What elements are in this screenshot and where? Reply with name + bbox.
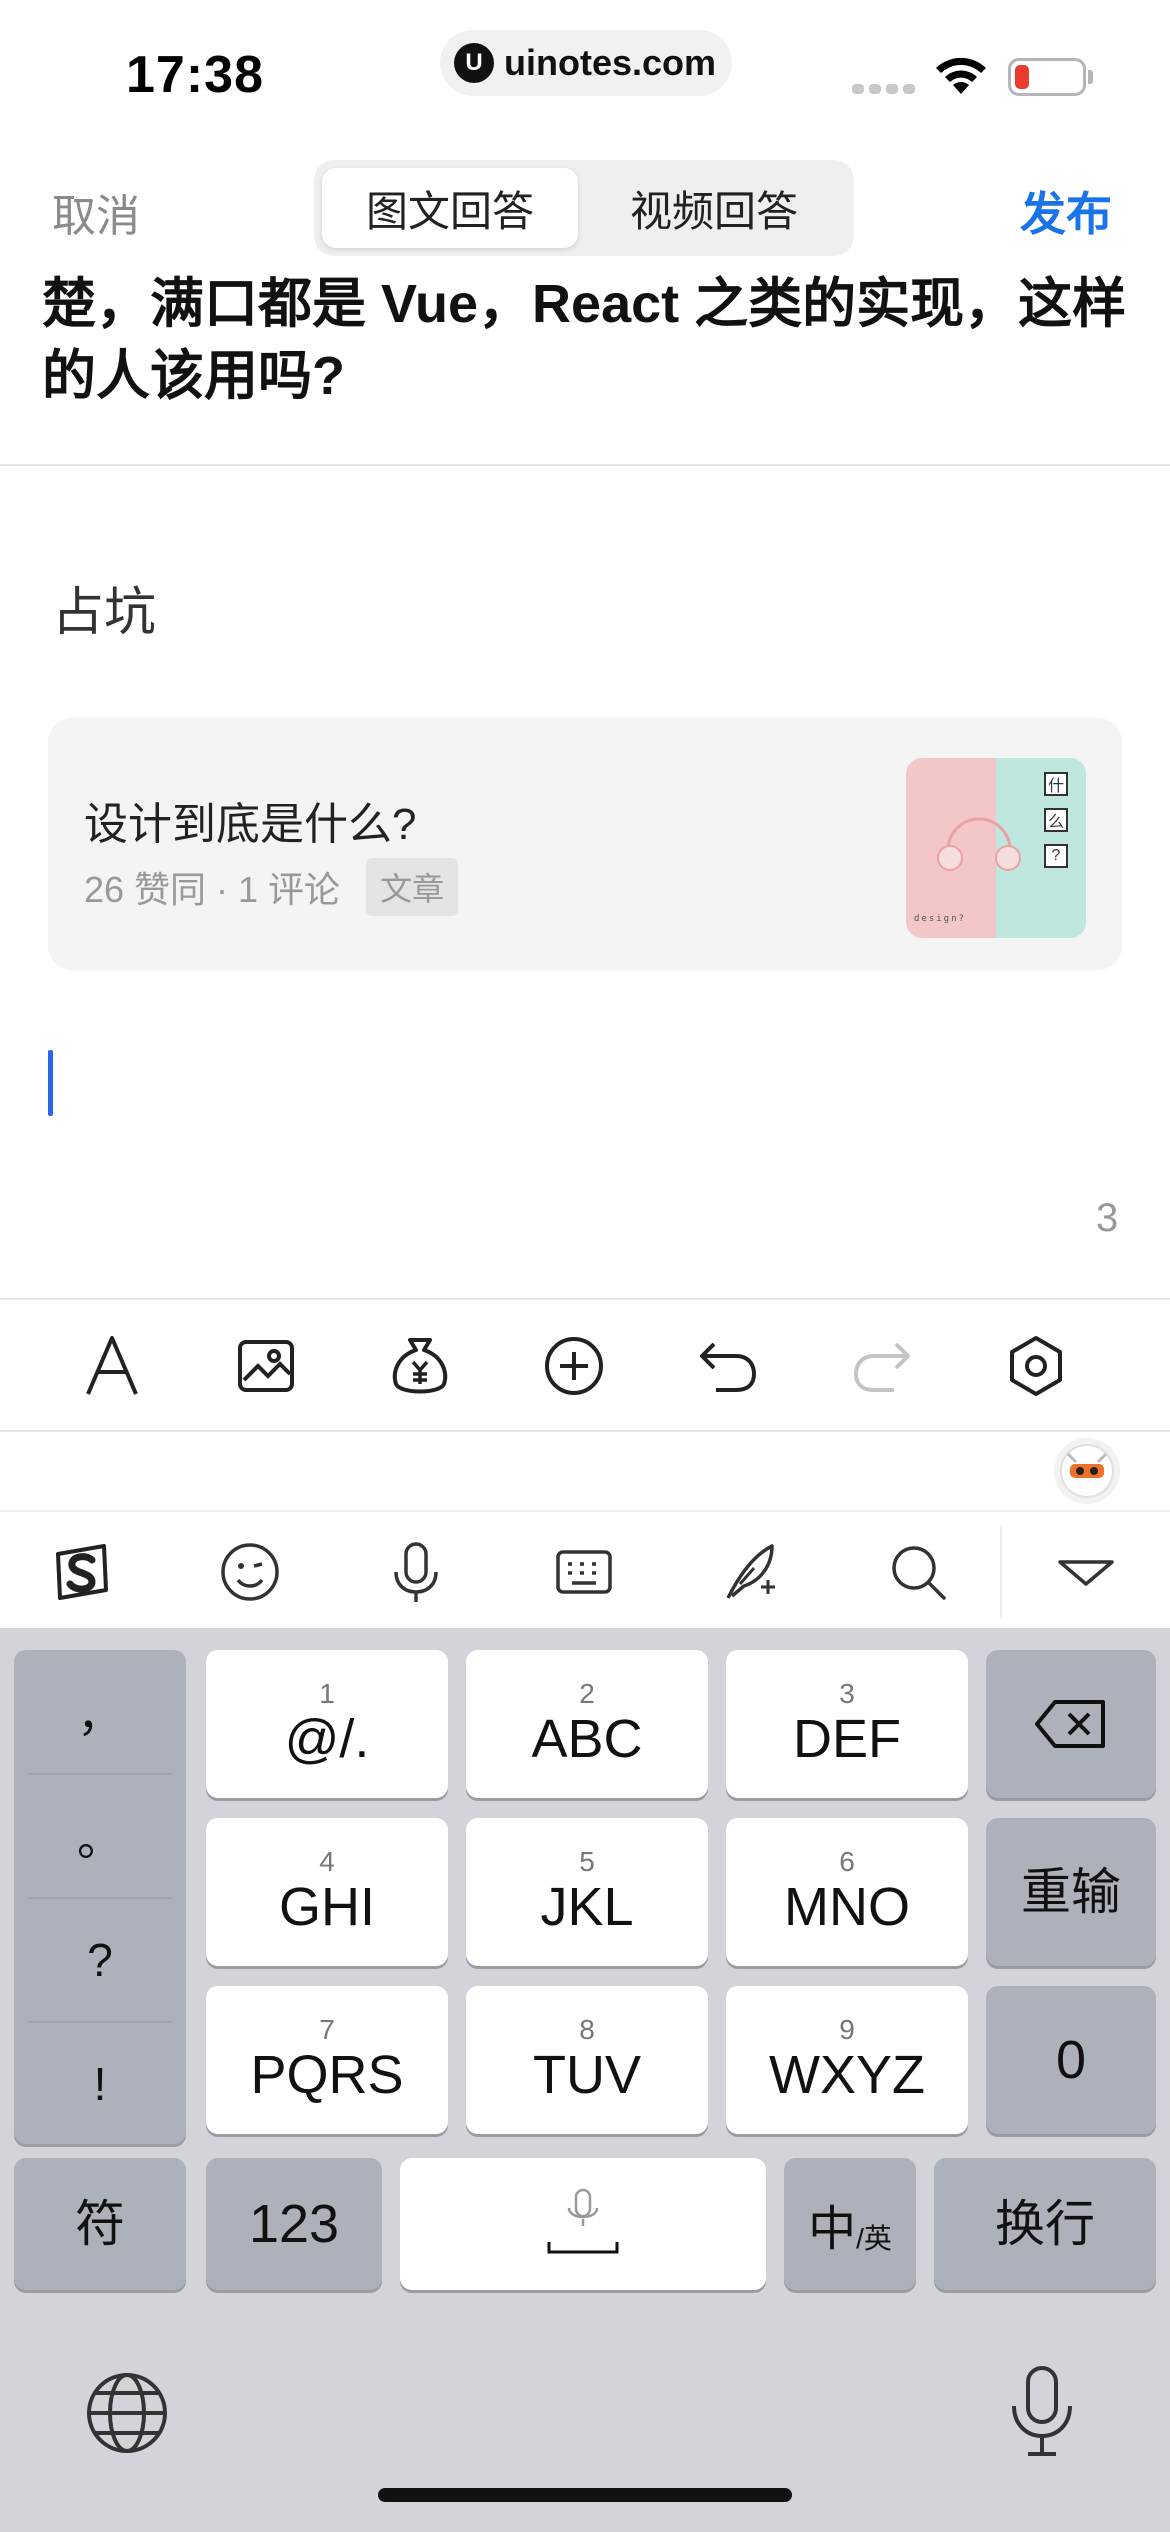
- key-4[interactable]: 4 GHI: [206, 1818, 448, 1966]
- delete-button[interactable]: [986, 1650, 1156, 1798]
- emoji-icon[interactable]: [208, 1530, 292, 1614]
- key-8[interactable]: 8 TUV: [466, 1986, 708, 2134]
- thumb-char-1: 什: [1044, 772, 1068, 796]
- settings-hexagon-icon[interactable]: [998, 1328, 1074, 1404]
- space-key[interactable]: [400, 2158, 766, 2290]
- card-stats: 26 赞同 · 1 评论: [84, 869, 341, 910]
- globe-icon[interactable]: [82, 2368, 172, 2458]
- add-circle-icon[interactable]: [536, 1328, 612, 1404]
- card-title: 设计到底是什么?: [84, 800, 417, 849]
- ime-candidate-strip: [0, 1432, 1170, 1510]
- handwriting-icon[interactable]: [710, 1530, 794, 1614]
- voice-icon[interactable]: [374, 1530, 458, 1614]
- backspace-icon: [1035, 1700, 1105, 1748]
- language-switch-key[interactable]: 中 /英: [784, 2158, 916, 2290]
- question-line-2: 的人该用吗?: [42, 346, 345, 406]
- divider: [0, 464, 1170, 466]
- cancel-button[interactable]: 取消: [52, 180, 140, 244]
- key-7[interactable]: 7 PQRS: [206, 1986, 448, 2134]
- card-meta: 26 赞同 · 1 评论 文章: [84, 858, 459, 916]
- key-question[interactable]: ?: [14, 1898, 186, 2021]
- editor-toolbar: [0, 1300, 1170, 1430]
- thumb-char-3: ?: [1044, 844, 1068, 868]
- wifi-icon: [936, 57, 986, 94]
- ime-toolbar: [0, 1510, 1170, 1628]
- text-cursor: [48, 1050, 53, 1116]
- symbol-key[interactable]: 符: [14, 2158, 186, 2290]
- key-1[interactable]: 1 @/.: [206, 1650, 448, 1798]
- space-mic-icon: [547, 2188, 619, 2254]
- site-url: uinotes.com: [504, 42, 717, 83]
- thumb-char-2: 么: [1044, 808, 1068, 832]
- status-bar: 17:38 U uinotes.com: [0, 0, 1170, 150]
- keyboard-icon[interactable]: [542, 1530, 626, 1614]
- url-pill[interactable]: U uinotes.com: [440, 30, 732, 96]
- status-time: 17:38: [126, 46, 264, 104]
- redo-icon[interactable]: [844, 1328, 920, 1404]
- key-3[interactable]: 3 DEF: [726, 1650, 968, 1798]
- money-bag-icon[interactable]: [382, 1328, 458, 1404]
- key-comma[interactable]: ，: [14, 1650, 186, 1773]
- character-count: 3: [1096, 1196, 1119, 1240]
- card-tag: 文章: [366, 858, 459, 916]
- thumb-caption: design?: [914, 914, 966, 924]
- card-thumbnail: 什 么 ? design?: [906, 758, 1086, 938]
- answer-type-segmented-control: 图文回答 视频回答: [314, 160, 854, 256]
- key-exclamation[interactable]: !: [14, 2022, 186, 2145]
- key-2[interactable]: 2 ABC: [466, 1650, 708, 1798]
- undo-icon[interactable]: [690, 1328, 766, 1404]
- collapse-keyboard-icon[interactable]: [1044, 1530, 1128, 1614]
- linked-article-card[interactable]: 设计到底是什么? 26 赞同 · 1 评论 文章 什 么 ? design?: [48, 718, 1122, 970]
- font-icon[interactable]: [74, 1328, 150, 1404]
- key-6[interactable]: 6 MNO: [726, 1818, 968, 1966]
- question-line-1: 楚，满口都是 Vue，React 之类的实现，这样: [42, 274, 1127, 334]
- keyboard: ， 。 ? ! 1 @/. 2 ABC 3 DEF 4 GHI 5 JKL 6 …: [0, 1628, 1170, 2532]
- key-5[interactable]: 5 JKL: [466, 1818, 708, 1966]
- battery-icon: [1008, 58, 1086, 96]
- key-9[interactable]: 9 WXYZ: [726, 1986, 968, 2134]
- tab-video-answer[interactable]: 视频回答: [586, 168, 842, 248]
- cellular-signal-icon: [852, 84, 915, 94]
- key-period[interactable]: 。: [14, 1774, 186, 1897]
- numeric-key[interactable]: 123: [206, 2158, 382, 2290]
- answer-text[interactable]: 占坑: [52, 570, 156, 645]
- return-key[interactable]: 换行: [934, 2158, 1156, 2290]
- punctuation-column: ， 。 ? !: [14, 1650, 186, 2144]
- image-icon[interactable]: [228, 1328, 304, 1404]
- site-logo-icon: U: [454, 43, 494, 83]
- dictation-mic-icon[interactable]: [1000, 2362, 1084, 2462]
- question-title: 楚，满口都是 Vue，React 之类的实现，这样 的人该用吗?: [42, 268, 1132, 412]
- key-0[interactable]: 0: [986, 1986, 1156, 2134]
- tab-text-answer[interactable]: 图文回答: [322, 168, 578, 248]
- sogou-logo-icon[interactable]: [40, 1530, 124, 1614]
- publish-button[interactable]: 发布: [1020, 178, 1112, 244]
- search-icon[interactable]: [876, 1530, 960, 1614]
- ime-mascot-icon[interactable]: [1054, 1438, 1120, 1504]
- headphones-illustration-icon: [937, 817, 1021, 871]
- home-indicator: [378, 2488, 792, 2502]
- retype-button[interactable]: 重输: [986, 1818, 1156, 1966]
